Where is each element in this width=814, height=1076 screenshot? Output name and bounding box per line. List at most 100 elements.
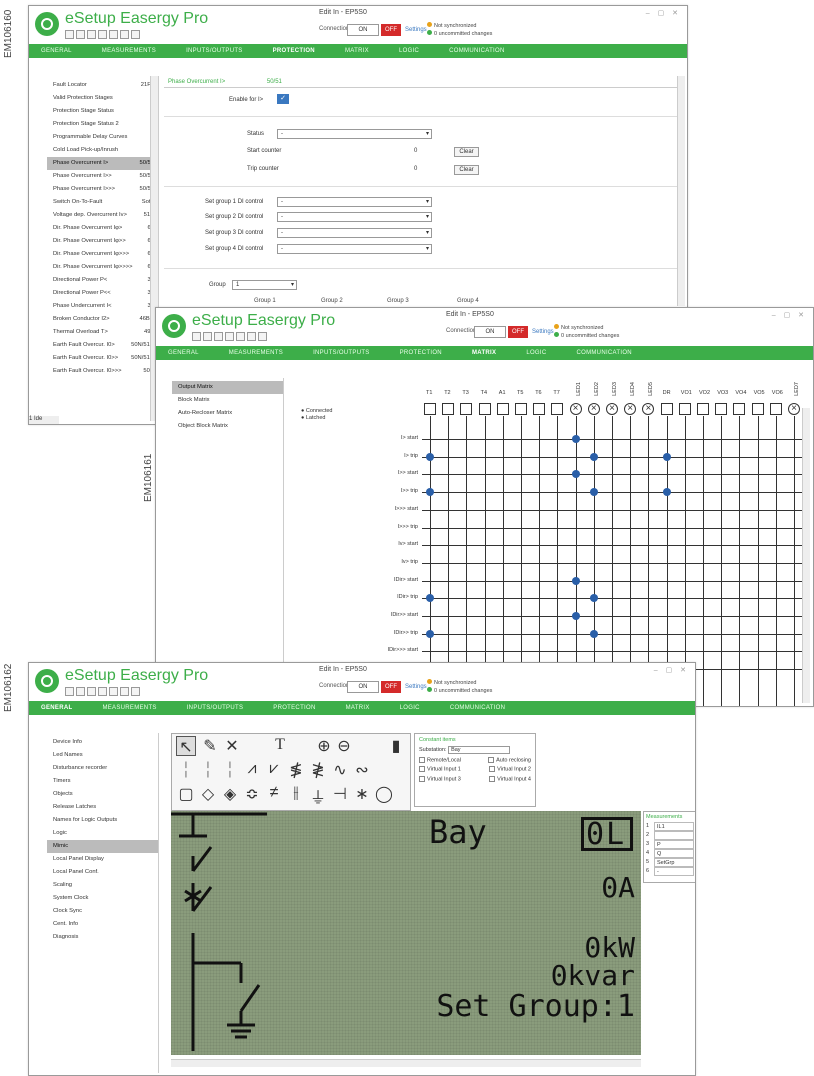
matrix-connection-dot[interactable] bbox=[571, 470, 580, 479]
measurement-row[interactable]: 1 IL1 bbox=[646, 822, 694, 831]
print-icon[interactable] bbox=[87, 687, 96, 696]
clear-trip-button[interactable]: Clear bbox=[454, 165, 479, 175]
win1-item[interactable]: Valid Protection Stages bbox=[47, 92, 158, 105]
matrix-scrollbar[interactable] bbox=[802, 408, 810, 703]
win3-item[interactable]: Names for Logic Outputs bbox=[47, 814, 158, 827]
square-symbol-icon[interactable]: ▢ bbox=[176, 784, 196, 804]
matrix-connection-dot[interactable] bbox=[426, 629, 434, 638]
win1-item[interactable]: Phase Overcurrent I> 50/51 bbox=[47, 157, 158, 170]
menu-inputs-outputs[interactable]: INPUTS/OUTPUTS bbox=[187, 705, 244, 711]
matrix-connection-dot[interactable] bbox=[426, 488, 434, 497]
win1-item[interactable]: Earth Fault Overcur. I0> 50N/51N bbox=[47, 339, 158, 352]
star-symbol-icon[interactable]: ∗ bbox=[352, 784, 372, 804]
win1-item[interactable]: Earth Fault Overcur. I0>> 50N/51N bbox=[47, 352, 158, 365]
matrix-connection-dot[interactable] bbox=[662, 488, 671, 497]
menu-general[interactable]: GENERAL bbox=[41, 48, 72, 54]
connect-on-button[interactable]: ON bbox=[347, 24, 379, 36]
matrix-connection-dot[interactable] bbox=[589, 452, 598, 461]
open-icon[interactable] bbox=[65, 687, 74, 696]
win1-item[interactable]: Phase Undercurrent I<37 bbox=[47, 300, 158, 313]
mimic-lcd-display[interactable]: Bay 0L 0A 0kW 0kvar Set Group:1 bbox=[171, 811, 641, 1055]
remote-local-checkbox[interactable]: Remote/Local bbox=[419, 757, 461, 763]
vinput2-checkbox[interactable]: Virtual Input 2 bbox=[489, 766, 531, 773]
win1-item[interactable]: Switch On-To-Fault SotF bbox=[47, 196, 158, 209]
connect-on-button[interactable]: ON bbox=[347, 681, 379, 693]
menu-matrix[interactable]: MATRIX bbox=[346, 705, 370, 711]
delete-tool-icon[interactable]: ✕ bbox=[222, 736, 242, 756]
capacitor-symbol-icon[interactable]: ≠ bbox=[264, 784, 284, 802]
menu-protection[interactable]: PROTECTION bbox=[273, 705, 315, 711]
enable-checkbox[interactable]: ✓ bbox=[277, 94, 289, 104]
menu-matrix[interactable]: MATRIX bbox=[345, 48, 369, 54]
window-controls[interactable]: – ▢ ✕ bbox=[646, 9, 681, 17]
diode-symbol-icon[interactable]: ⊣ bbox=[330, 784, 350, 804]
switch-symbol-3-icon[interactable]: ╎ bbox=[220, 760, 240, 780]
paste-icon[interactable] bbox=[109, 687, 118, 696]
win3-item[interactable]: Cent. Info bbox=[47, 918, 158, 931]
win1-item[interactable]: Programmable Delay Curves bbox=[47, 131, 158, 144]
save-icon[interactable] bbox=[76, 30, 85, 39]
win3-item[interactable]: Mimic bbox=[47, 840, 158, 853]
win3-item[interactable]: Local Panel Display bbox=[47, 853, 158, 866]
measurement-row[interactable]: 3P bbox=[646, 840, 694, 849]
menu-logic[interactable]: LOGIC bbox=[400, 705, 420, 711]
menu-measurements[interactable]: MEASUREMENTS bbox=[102, 48, 156, 54]
win1-item[interactable]: Dir. Phase Overcurrent Iφ>>>>67 bbox=[47, 261, 158, 274]
fuse-symbol-icon[interactable]: ⫲ bbox=[286, 784, 306, 802]
win3-item[interactable]: Disturbance recorder bbox=[47, 762, 158, 775]
vinput4-checkbox[interactable]: Virtual Input 4 bbox=[489, 775, 531, 782]
setgroup1-dropdown[interactable]: - bbox=[277, 197, 432, 207]
win1-item[interactable]: Protection Stage Status bbox=[47, 105, 158, 118]
setgroup4-dropdown[interactable]: - bbox=[277, 244, 432, 254]
matrix-connection-dot[interactable] bbox=[589, 594, 598, 603]
save-icon[interactable] bbox=[76, 687, 85, 696]
earth-switch-icon[interactable]: ∿ bbox=[330, 760, 350, 780]
diamond-symbol-icon[interactable]: ◇ bbox=[198, 784, 218, 804]
measurement-row[interactable]: 6- bbox=[646, 867, 694, 876]
group-dropdown[interactable]: 1 bbox=[232, 280, 297, 290]
win3-item[interactable]: Led Names bbox=[47, 749, 158, 762]
win1-item[interactable]: Dir. Phase Overcurrent Iφ>>>67 bbox=[47, 248, 158, 261]
menu-measurements[interactable]: MEASUREMENTS bbox=[102, 705, 156, 711]
win1-item[interactable]: Protection Stage Status 2 bbox=[47, 118, 158, 131]
win1-item[interactable]: Directional Power P<32 bbox=[47, 274, 158, 287]
clear-start-button[interactable]: Clear bbox=[454, 147, 479, 157]
vinput3-checkbox[interactable]: Virtual Input 3 bbox=[419, 775, 461, 782]
setgroup3-dropdown[interactable]: - bbox=[277, 228, 432, 238]
win3-item[interactable]: Clock Sync bbox=[47, 905, 158, 918]
auto-reclosing-checkbox[interactable]: Auto reclosing bbox=[488, 757, 531, 763]
load-switch-icon[interactable]: ∾ bbox=[352, 760, 372, 780]
window-controls[interactable]: – ▢ ✕ bbox=[654, 666, 689, 674]
setgroup2-dropdown[interactable]: - bbox=[277, 212, 432, 222]
settings-link[interactable]: Settings bbox=[405, 27, 427, 33]
switch-symbol-2-icon[interactable]: ╎ bbox=[198, 760, 218, 780]
select-tool-icon[interactable]: ↖ bbox=[176, 736, 196, 756]
measurement-row[interactable]: 2 bbox=[646, 831, 694, 840]
matrix-connection-dot[interactable] bbox=[571, 576, 580, 585]
connect-off-button[interactable]: OFF bbox=[381, 24, 401, 36]
matrix-connection-dot[interactable] bbox=[589, 488, 598, 497]
win3-item[interactable]: Local Panel Conf. bbox=[47, 866, 158, 879]
win3-item[interactable]: Timers bbox=[47, 775, 158, 788]
ground-symbol-icon[interactable]: ⏚ bbox=[308, 784, 328, 808]
win1-item[interactable]: Dir. Phase Overcurrent Iφ>>67 bbox=[47, 235, 158, 248]
trash-icon[interactable]: ▮ bbox=[386, 736, 406, 756]
redo-icon[interactable] bbox=[131, 30, 140, 39]
undo-icon[interactable] bbox=[120, 30, 129, 39]
switch-symbol-1-icon[interactable]: ╎ bbox=[176, 760, 196, 780]
win1-item[interactable]: Phase Overcurrent I>>> 50/51 bbox=[47, 183, 158, 196]
content-scrollbar[interactable] bbox=[677, 76, 685, 306]
settings-link[interactable]: Settings bbox=[405, 684, 427, 690]
win1-item[interactable]: Cold Load Pick-up/Inrush bbox=[47, 144, 158, 157]
win3-item[interactable]: Release Latches bbox=[47, 801, 158, 814]
matrix-connection-dot[interactable] bbox=[589, 629, 598, 638]
win3-item[interactable]: Device Info bbox=[47, 736, 158, 749]
win3-item[interactable]: Objects bbox=[47, 788, 158, 801]
zoom-out-icon[interactable]: ⊖ bbox=[334, 736, 354, 756]
win1-item[interactable]: Fault Locator 21FL bbox=[47, 79, 158, 92]
win3-item[interactable]: System Clock bbox=[47, 892, 158, 905]
win1-item[interactable]: Phase Overcurrent I>> 50/51 bbox=[47, 170, 158, 183]
circle-symbol-icon[interactable]: ◯ bbox=[374, 784, 394, 804]
pen-tool-icon[interactable]: ✎ bbox=[200, 736, 220, 756]
menu-inputs-outputs[interactable]: INPUTS/OUTPUTS bbox=[186, 48, 243, 54]
